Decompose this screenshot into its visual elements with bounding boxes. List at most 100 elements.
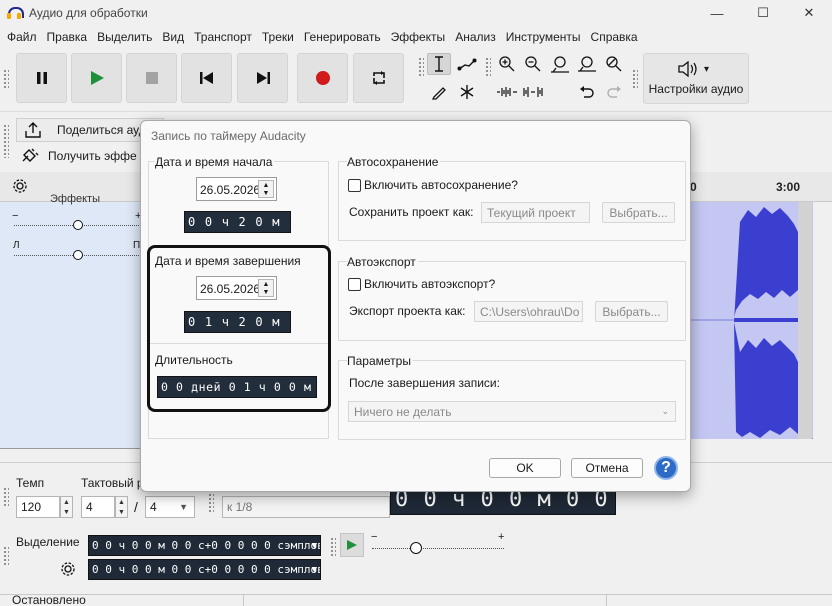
enable-autosave-checkbox[interactable]: Включить автосохранение?: [348, 178, 518, 192]
trim-audio-icon: [497, 87, 517, 97]
record-icon: [315, 71, 330, 85]
gain-slider-thumb[interactable]: [73, 220, 83, 230]
toolbar-grip[interactable]: [3, 546, 9, 566]
i-beam-icon: [435, 56, 443, 72]
autosave-browse-button[interactable]: Выбрать...: [602, 202, 675, 223]
pan-slider-thumb[interactable]: [73, 250, 83, 260]
checkbox-box: [348, 277, 361, 291]
maximize-button[interactable]: ☐: [740, 0, 786, 26]
selection-start-field[interactable]: 0 0 ч 0 0 м 0 0 с+0 0 0 0 0 сэмплов ▼: [88, 535, 321, 556]
minimize-button[interactable]: —: [694, 0, 740, 26]
snap-value: к 1/8: [227, 500, 253, 514]
skip-start-icon: [199, 72, 213, 84]
menu-transport[interactable]: Транспорт: [189, 30, 257, 44]
toolbar-grip[interactable]: [485, 57, 491, 77]
play-at-speed-button[interactable]: [340, 533, 364, 557]
play-icon: [347, 540, 357, 550]
ok-button[interactable]: OK: [489, 458, 561, 478]
menu-edit[interactable]: Правка: [42, 30, 93, 44]
undo-button[interactable]: [575, 81, 599, 103]
menu-tools[interactable]: Инструменты: [501, 30, 586, 44]
trim-button[interactable]: [495, 81, 519, 103]
enable-autoexport-label: Включить автоэкспорт?: [364, 277, 496, 291]
skip-end-button[interactable]: [237, 53, 288, 103]
time-sig-numerator-input[interactable]: 4: [81, 496, 115, 518]
start-date-spinner[interactable]: ▲ ▼: [258, 180, 274, 198]
speed-plus-label: +: [498, 531, 505, 543]
silence-audio-icon: [523, 87, 543, 97]
cancel-button[interactable]: Отмена: [571, 458, 643, 478]
play-button[interactable]: [71, 53, 122, 103]
start-date-value: 26.05.2026: [200, 183, 261, 197]
menu-effects[interactable]: Эффекты: [386, 30, 451, 44]
pause-button[interactable]: [16, 53, 67, 103]
silence-button[interactable]: [521, 81, 545, 103]
menu-tracks[interactable]: Треки: [257, 30, 299, 44]
menu-select[interactable]: Выделить: [92, 30, 157, 44]
close-button[interactable]: ✕: [786, 0, 832, 26]
redo-button[interactable]: [602, 81, 626, 103]
menu-analyze[interactable]: Анализ: [450, 30, 501, 44]
multi-tool-button[interactable]: [455, 81, 479, 103]
snap-select[interactable]: к 1/8: [222, 496, 390, 518]
selection-end-field[interactable]: 0 0 ч 0 0 м 0 0 с+0 0 0 0 0 сэмплов ▼: [88, 559, 321, 580]
zoom-fit-project-icon: [578, 56, 596, 72]
loop-icon: [372, 71, 385, 85]
menu-generate[interactable]: Генерировать: [299, 30, 386, 44]
enable-autoexport-checkbox[interactable]: Включить автоэкспорт?: [348, 277, 495, 291]
tempo-spinner[interactable]: ▲ ▼: [60, 496, 73, 518]
pencil-icon: [431, 87, 446, 100]
toolbar-grip[interactable]: [330, 537, 336, 557]
fit-selection-button[interactable]: [548, 53, 572, 75]
selection-tool-button[interactable]: [427, 53, 451, 75]
stop-button[interactable]: [126, 53, 177, 103]
redo-icon: [607, 86, 621, 98]
waveform-display: [690, 202, 812, 439]
speed-slider-thumb[interactable]: [410, 542, 422, 554]
after-recording-select[interactable]: Ничего не делать ⌄: [348, 401, 676, 422]
time-sig-denominator-select[interactable]: 4 ▼: [145, 496, 195, 518]
record-button[interactable]: [297, 53, 348, 103]
status-divider: [606, 595, 607, 606]
skip-start-button[interactable]: [181, 53, 232, 103]
toolbar-grip[interactable]: [3, 69, 9, 89]
zoom-in-button[interactable]: [495, 53, 519, 75]
toolbar-grip[interactable]: [3, 487, 9, 507]
autoexport-browse-button[interactable]: Выбрать...: [595, 301, 668, 322]
menu-view[interactable]: Вид: [157, 30, 189, 44]
skip-end-icon: [256, 72, 270, 84]
window-title: Аудио для обработки: [29, 6, 148, 20]
toolbar-grip[interactable]: [3, 124, 9, 158]
time-sig-spinner[interactable]: ▲ ▼: [115, 496, 128, 518]
save-project-path-field[interactable]: Текущий проект: [481, 202, 590, 223]
speed-slider-track[interactable]: [372, 548, 504, 549]
zoom-toggle-icon: [606, 56, 622, 72]
envelope-tool-button[interactable]: [455, 53, 479, 75]
toolbar-grip[interactable]: [208, 493, 214, 513]
start-time-field[interactable]: 0 0 ч 2 0 м 5 7 с: [184, 211, 291, 233]
toolbar-grip[interactable]: [418, 57, 424, 77]
zoom-toggle-button[interactable]: [602, 53, 626, 75]
toolbar-grip[interactable]: [632, 69, 638, 89]
get-effects-button[interactable]: Получить эффе: [16, 145, 141, 167]
asterisk-icon: [460, 85, 474, 99]
audio-settings-button[interactable]: ▾ Настройки аудио: [643, 53, 749, 104]
draw-tool-button[interactable]: [427, 81, 451, 103]
zoom-out-button[interactable]: [521, 53, 545, 75]
menu-file[interactable]: Файл: [2, 30, 42, 44]
play-icon: [90, 71, 104, 85]
menu-help[interactable]: Справка: [586, 30, 643, 44]
export-project-path-field[interactable]: C:\Users\ohrau\Do: [474, 301, 583, 322]
enable-autosave-label: Включить автосохранение?: [364, 178, 518, 192]
loop-button[interactable]: [353, 53, 404, 103]
fit-project-button[interactable]: [575, 53, 599, 75]
stop-icon: [145, 72, 158, 84]
track-settings-icon[interactable]: [12, 178, 28, 197]
tempo-input[interactable]: 120: [16, 496, 60, 518]
start-date-field[interactable]: 26.05.2026 ▲ ▼: [196, 177, 277, 201]
menu-bar: Файл Правка Выделить Вид Транспорт Треки…: [0, 27, 643, 47]
help-icon[interactable]: ?: [654, 456, 678, 480]
annotation-highlight: [147, 245, 331, 412]
ruler-time-label: 3:00: [776, 180, 801, 194]
selection-settings-icon[interactable]: [60, 561, 76, 580]
